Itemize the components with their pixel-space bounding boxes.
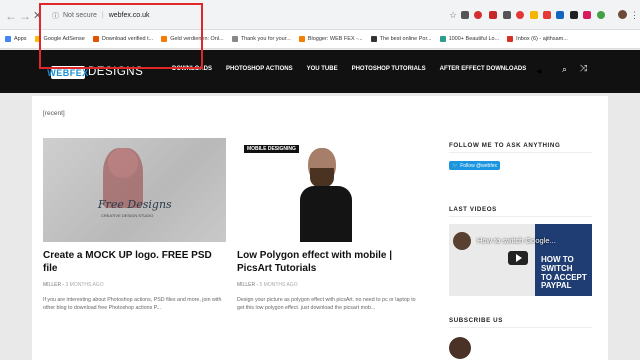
- bookmark-icon: [161, 36, 168, 42]
- post-date: 3 MONTHS AGO: [65, 282, 104, 288]
- post-title[interactable]: Low Polygon effect with mobile | PicsArt…: [237, 250, 420, 276]
- post-thumbnail[interactable]: [237, 138, 416, 242]
- video-title[interactable]: How to switch Google...: [477, 236, 556, 245]
- post-meta: MILLER - 5 MONTHS AGO: [237, 282, 298, 288]
- url-text[interactable]: webfex.co.uk: [109, 12, 150, 19]
- nav-item-photoshop-tutorials[interactable]: PHOTOSHOP TUTORIALS: [352, 66, 426, 72]
- bookmark-item[interactable]: Blogger: WEB FEX -...: [298, 36, 363, 42]
- channel-avatar[interactable]: [453, 232, 471, 250]
- bookmark-icon: [507, 36, 514, 42]
- videos-heading: LAST VIDEOS: [449, 206, 497, 213]
- star-icon[interactable]: ☆: [449, 10, 457, 21]
- nav-item-downloads[interactable]: DOWNLOADS: [172, 66, 212, 72]
- extension-icon[interactable]: [516, 11, 524, 19]
- bookmark-icon: [298, 36, 305, 42]
- post-author[interactable]: MILLER: [237, 282, 255, 288]
- bookmarks-bar: Apps Google AdSense Download verified t.…: [0, 30, 640, 49]
- play-icon[interactable]: [508, 251, 528, 265]
- post-title[interactable]: Create a MOCK UP logo. FREE PSD file: [43, 250, 226, 276]
- thumbnail-logo-text: Free Designs: [98, 198, 172, 211]
- channel-avatar[interactable]: [449, 337, 471, 359]
- extension-icon[interactable]: [489, 11, 497, 19]
- bookmark-item[interactable]: The best online Por...: [370, 36, 432, 42]
- follow-heading: FOLLOW ME TO ASK ANYTHING: [449, 142, 561, 149]
- security-label: Not secure: [63, 12, 97, 19]
- browser-toolbar: ← → ✕ ⓘ Not secure | webfex.co.uk ☆ ⋮: [0, 0, 640, 30]
- divider: [449, 327, 592, 328]
- nav-item-after-effect-downloads[interactable]: AFTER EFFECT DOWNLOADS: [440, 66, 527, 72]
- bookmark-item[interactable]: Geld verdienen: Onl...: [161, 36, 224, 42]
- logo-suffix[interactable]: DESIGNS: [88, 66, 143, 78]
- search-icon[interactable]: ⌕: [562, 64, 567, 75]
- site-logo[interactable]: WEBFEX: [47, 66, 88, 79]
- profile-avatar[interactable]: [618, 10, 627, 19]
- post-excerpt: If you are interesting about Photoshop a…: [43, 297, 222, 312]
- extension-icon[interactable]: [570, 11, 578, 19]
- divider: [449, 152, 592, 153]
- bookmark-icon: [439, 36, 446, 42]
- close-icon[interactable]: ✕: [33, 9, 42, 22]
- bookmark-item[interactable]: Download verified t...: [92, 36, 153, 42]
- nav-item-photoshop-actions[interactable]: PHOTOSHOP ACTIONS: [226, 66, 293, 72]
- extension-icon[interactable]: [597, 11, 605, 19]
- twitter-bird-icon: 🐦: [452, 162, 459, 169]
- extension-icon[interactable]: [461, 11, 469, 19]
- video-embed[interactable]: How to switch Google... HOW TO SWITCH TO…: [449, 224, 592, 296]
- bookmark-item[interactable]: Google AdSense: [34, 36, 85, 42]
- bookmark-icon: [34, 36, 41, 42]
- vertical-dots-icon[interactable]: ⋮: [630, 10, 639, 21]
- post-thumbnail[interactable]: Free Designs CREATIVE DESIGN STUDIO: [43, 138, 226, 242]
- bookmark-icon: [92, 36, 99, 42]
- twitter-follow-label: Follow @webfex: [460, 162, 497, 169]
- separator: |: [101, 12, 104, 19]
- extension-icon[interactable]: [503, 11, 511, 19]
- person-beard: [310, 168, 334, 188]
- bookmark-icon: [370, 36, 377, 42]
- person-body: [300, 186, 352, 242]
- bookmark-item[interactable]: Apps: [5, 36, 27, 42]
- arrow-right-icon[interactable]: →: [19, 9, 31, 23]
- bookmark-item[interactable]: Inbox (6) - ajithsam...: [507, 36, 568, 42]
- bookmark-icon: [231, 36, 238, 42]
- post-excerpt: Design your picture as polygon effect wi…: [237, 297, 416, 312]
- post-author[interactable]: MILLER: [43, 282, 61, 288]
- extension-icon[interactable]: [530, 11, 538, 19]
- extension-icon[interactable]: [543, 11, 551, 19]
- arrow-left-icon[interactable]: ←: [5, 9, 17, 23]
- subscribe-heading: SUBSCRIBE US: [449, 317, 503, 324]
- address-bar[interactable]: ⓘ Not secure | webfex.co.uk: [52, 8, 422, 23]
- post-date: 5 MONTHS AGO: [259, 282, 298, 288]
- divider: [449, 216, 592, 217]
- bookmark-item[interactable]: 1000+ Beautiful Lo...: [439, 36, 499, 42]
- info-icon[interactable]: ⓘ: [52, 11, 59, 21]
- main-nav: DOWNLOADS PHOTOSHOP ACTIONS YOU TUBE PHO…: [172, 66, 540, 72]
- extension-icon[interactable]: [474, 11, 482, 19]
- extension-icon[interactable]: [583, 11, 591, 19]
- person-image: [300, 148, 352, 242]
- shuffle-icon[interactable]: ⤨: [580, 63, 587, 74]
- category-badge[interactable]: MOBILE DESIGNING: [244, 145, 299, 153]
- post-meta: MILLER - 3 MONTHS AGO: [43, 282, 104, 288]
- thumbnail-subtext: CREATIVE DESIGN STUDIO: [101, 213, 154, 218]
- twitter-follow-button[interactable]: 🐦 Follow @webfex: [449, 161, 500, 170]
- logo-text: WEBFEX: [47, 67, 89, 78]
- video-overlay-text: HOW TO SWITCH TO ACCEPT PAYPAL: [541, 255, 587, 291]
- bookmark-item[interactable]: Thank you for your...: [231, 36, 291, 42]
- nav-item-youtube[interactable]: YOU TUBE: [307, 66, 338, 72]
- recent-tag: [recent]: [43, 110, 65, 117]
- extension-icon[interactable]: [556, 11, 564, 19]
- apps-icon: [5, 36, 11, 42]
